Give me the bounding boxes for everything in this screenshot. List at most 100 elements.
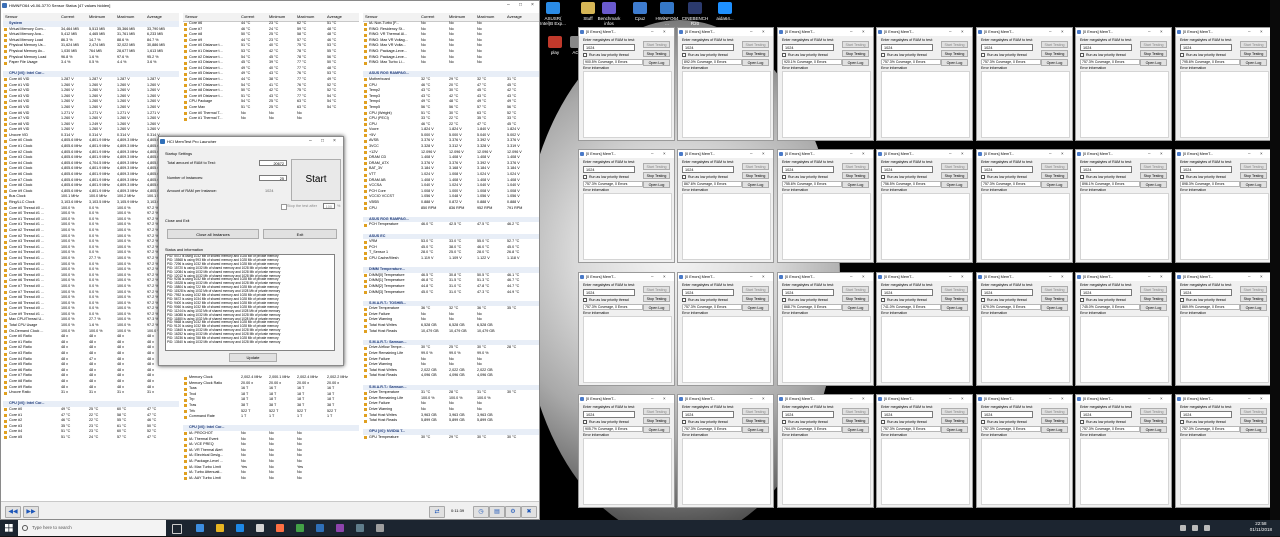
- minimize-icon[interactable]: –: [850, 28, 853, 36]
- ram-to-test-field[interactable]: 1024: [682, 289, 734, 296]
- low-priority-checkbox[interactable]: [682, 53, 686, 57]
- low-priority-checkbox[interactable]: [981, 420, 985, 424]
- stop-test-percent[interactable]: 100: [323, 203, 335, 209]
- stop-testing-button[interactable]: Stop Testing: [1240, 50, 1267, 57]
- ram-to-test-field[interactable]: 1024: [583, 289, 635, 296]
- memtest-titlebar[interactable]: [0 Errors] MemT... – ×: [977, 28, 1072, 36]
- error-info-box[interactable]: [782, 316, 871, 383]
- desktop-icon[interactable]: Benchmark infos: [594, 2, 624, 28]
- memtest-titlebar[interactable]: [0 Errors] MemT... – ×: [678, 273, 773, 281]
- stop-testing-button[interactable]: Stop Testing: [842, 295, 869, 302]
- stop-testing-button[interactable]: Stop Testing: [742, 295, 769, 302]
- error-info-box[interactable]: [782, 193, 871, 260]
- ram-to-test-field[interactable]: 1024: [981, 44, 1033, 51]
- open-log-button[interactable]: Open Log: [742, 59, 769, 66]
- memtest-titlebar[interactable]: [0 Errors] MemT... – ×: [678, 150, 773, 158]
- memtest-titlebar[interactable]: [0 Errors] MemT... – ×: [579, 395, 674, 403]
- close-icon[interactable]: ×: [663, 150, 666, 158]
- start-testing-button[interactable]: Start Testing: [842, 41, 869, 48]
- app-taskbar-icon[interactable]: [376, 524, 384, 532]
- stop-testing-button[interactable]: Stop Testing: [941, 295, 968, 302]
- start-testing-button[interactable]: Start Testing: [742, 163, 769, 170]
- error-info-box[interactable]: [682, 316, 771, 383]
- low-priority-checkbox[interactable]: [1180, 420, 1184, 424]
- minimize-icon[interactable]: –: [750, 395, 753, 403]
- stop-testing-button[interactable]: Stop Testing: [1140, 172, 1167, 179]
- start-testing-button[interactable]: Start Testing: [1140, 286, 1167, 293]
- stop-testing-button[interactable]: Stop Testing: [941, 417, 968, 424]
- error-info-box[interactable]: [881, 316, 970, 383]
- column-header[interactable]: Maximum: [117, 13, 134, 21]
- close-icon[interactable]: ×: [961, 150, 964, 158]
- sensor-row[interactable]: Core #5 51 °C 24 °C 57 °C 47 °C: [3, 435, 179, 441]
- stop-testing-button[interactable]: Stop Testing: [1240, 417, 1267, 424]
- close-icon[interactable]: ×: [1061, 150, 1064, 158]
- open-log-button[interactable]: Open Log: [941, 304, 968, 311]
- low-priority-checkbox[interactable]: [682, 298, 686, 302]
- ram-to-test-field[interactable]: 1024: [1080, 44, 1132, 51]
- stop-testing-button[interactable]: Stop Testing: [842, 172, 869, 179]
- start-testing-button[interactable]: Start Testing: [643, 408, 670, 415]
- start-testing-button[interactable]: Start Testing: [1041, 41, 1068, 48]
- low-priority-checkbox[interactable]: [881, 420, 885, 424]
- low-priority-checkbox[interactable]: [682, 175, 686, 179]
- minimize-icon[interactable]: –: [1049, 28, 1052, 36]
- low-priority-checkbox[interactable]: [782, 298, 786, 302]
- taskbar-clock[interactable]: 22:58 01/11/2018: [1250, 521, 1272, 533]
- desktop-icon[interactable]: HWiNFO64 ...: [652, 2, 682, 28]
- memtest-titlebar[interactable]: [0 Errors] MemT... – ×: [678, 395, 773, 403]
- memtest-titlebar[interactable]: [0 Errors] MemT... – ×: [977, 395, 1072, 403]
- ram-to-test-field[interactable]: 1024: [881, 289, 933, 296]
- error-info-box[interactable]: [682, 438, 771, 505]
- status-log[interactable]: PID: 5472 is using 1032 Mb of shared mem…: [165, 254, 335, 351]
- desktop-icon[interactable]: Cpuz: [625, 2, 655, 28]
- nav-forward-icon[interactable]: ▶▶: [23, 506, 39, 518]
- store-icon[interactable]: [236, 524, 244, 532]
- low-priority-checkbox[interactable]: [583, 420, 587, 424]
- low-priority-checkbox[interactable]: [1080, 420, 1084, 424]
- open-log-button[interactable]: Open Log: [842, 426, 869, 433]
- sensor-column-2-lower[interactable]: Memory Clock 2,002.4 MHz 2,000.1 MHz 2,002.…: [183, 375, 359, 501]
- ram-to-test-field[interactable]: 1024: [583, 44, 635, 51]
- minimize-icon[interactable]: –: [1248, 273, 1251, 281]
- minimize-icon[interactable]: –: [750, 28, 753, 36]
- open-log-button[interactable]: Open Log: [643, 181, 670, 188]
- start-testing-button[interactable]: Start Testing: [1140, 408, 1167, 415]
- open-log-button[interactable]: Open Log: [643, 304, 670, 311]
- column-header[interactable]: Sensor: [365, 13, 378, 21]
- start-testing-button[interactable]: Start Testing: [842, 286, 869, 293]
- minimize-icon[interactable]: –: [1248, 28, 1251, 36]
- error-info-box[interactable]: [1080, 71, 1169, 138]
- close-icon[interactable]: ×: [1260, 395, 1263, 403]
- report-icon[interactable]: ▤: [489, 506, 505, 518]
- sensor-column-3[interactable]: IA: Non-Turbo [F... No No No RING: Residency…: [363, 21, 539, 501]
- desktop-icon[interactable]: CINEBENCH R20: [680, 2, 710, 28]
- stop-testing-button[interactable]: Stop Testing: [742, 50, 769, 57]
- error-info-box[interactable]: [981, 71, 1070, 138]
- error-info-box[interactable]: [1180, 438, 1269, 505]
- ram-to-test-field[interactable]: 1024: [1180, 289, 1232, 296]
- maximize-icon[interactable]: □: [321, 137, 324, 146]
- stop-testing-button[interactable]: Stop Testing: [842, 417, 869, 424]
- close-icon[interactable]: ×: [762, 395, 765, 403]
- open-log-button[interactable]: Open Log: [1240, 426, 1267, 433]
- tray-network-icon[interactable]: [1180, 525, 1186, 531]
- start-testing-button[interactable]: Start Testing: [842, 408, 869, 415]
- start-testing-button[interactable]: Start Testing: [1140, 41, 1167, 48]
- minimize-icon[interactable]: –: [850, 273, 853, 281]
- error-info-box[interactable]: [1080, 316, 1169, 383]
- mail-icon[interactable]: [256, 524, 264, 532]
- instances-field[interactable]: 25: [259, 175, 287, 181]
- stop-testing-button[interactable]: Stop Testing: [643, 417, 670, 424]
- close-icon[interactable]: ×: [862, 395, 865, 403]
- memtest-titlebar[interactable]: [0 Errors] MemT... – ×: [1076, 273, 1171, 281]
- minimize-icon[interactable]: –: [651, 395, 654, 403]
- minimize-icon[interactable]: –: [1049, 395, 1052, 403]
- memtest-titlebar[interactable]: [0 Errors] MemT... – ×: [977, 150, 1072, 158]
- error-info-box[interactable]: [682, 71, 771, 138]
- hwinfo-titlebar[interactable]: HWiNFO64 v6.06-3770 Sensor Status [47 va…: [1, 1, 539, 10]
- stop-testing-button[interactable]: Stop Testing: [1041, 50, 1068, 57]
- stop-testing-button[interactable]: Stop Testing: [842, 50, 869, 57]
- minimize-icon[interactable]: –: [651, 150, 654, 158]
- start-testing-button[interactable]: Start Testing: [742, 408, 769, 415]
